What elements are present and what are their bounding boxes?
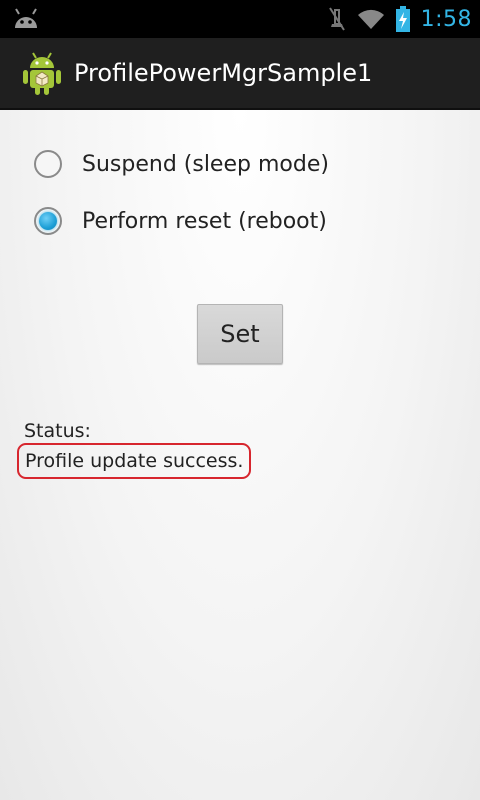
- radio-suspend-label[interactable]: Suspend (sleep mode): [82, 152, 329, 177]
- radio-button-checked[interactable]: [34, 207, 62, 235]
- main-content: Suspend (sleep mode) Perform reset (rebo…: [0, 110, 480, 800]
- set-button[interactable]: Set: [197, 304, 283, 364]
- status-label: Status:: [24, 420, 91, 442]
- android-app-icon: [23, 52, 61, 95]
- clock: 1:58: [420, 6, 472, 32]
- status-bar: 1:58: [0, 0, 480, 38]
- wifi-icon: [357, 9, 384, 29]
- status-value: Profile update success.: [17, 443, 252, 479]
- radio-reset[interactable]: Perform reset (reboot): [34, 201, 327, 241]
- radio-button-unchecked[interactable]: [34, 150, 62, 178]
- battery-charging-icon: [395, 6, 410, 32]
- radio-suspend[interactable]: Suspend (sleep mode): [34, 144, 329, 184]
- mute-icon: [328, 7, 345, 31]
- android-robot-icon: [15, 8, 37, 28]
- radio-reset-label[interactable]: Perform reset (reboot): [82, 209, 327, 234]
- action-bar: ProfilePowerMgrSample1: [0, 38, 480, 110]
- app-title: ProfilePowerMgrSample1: [74, 59, 373, 87]
